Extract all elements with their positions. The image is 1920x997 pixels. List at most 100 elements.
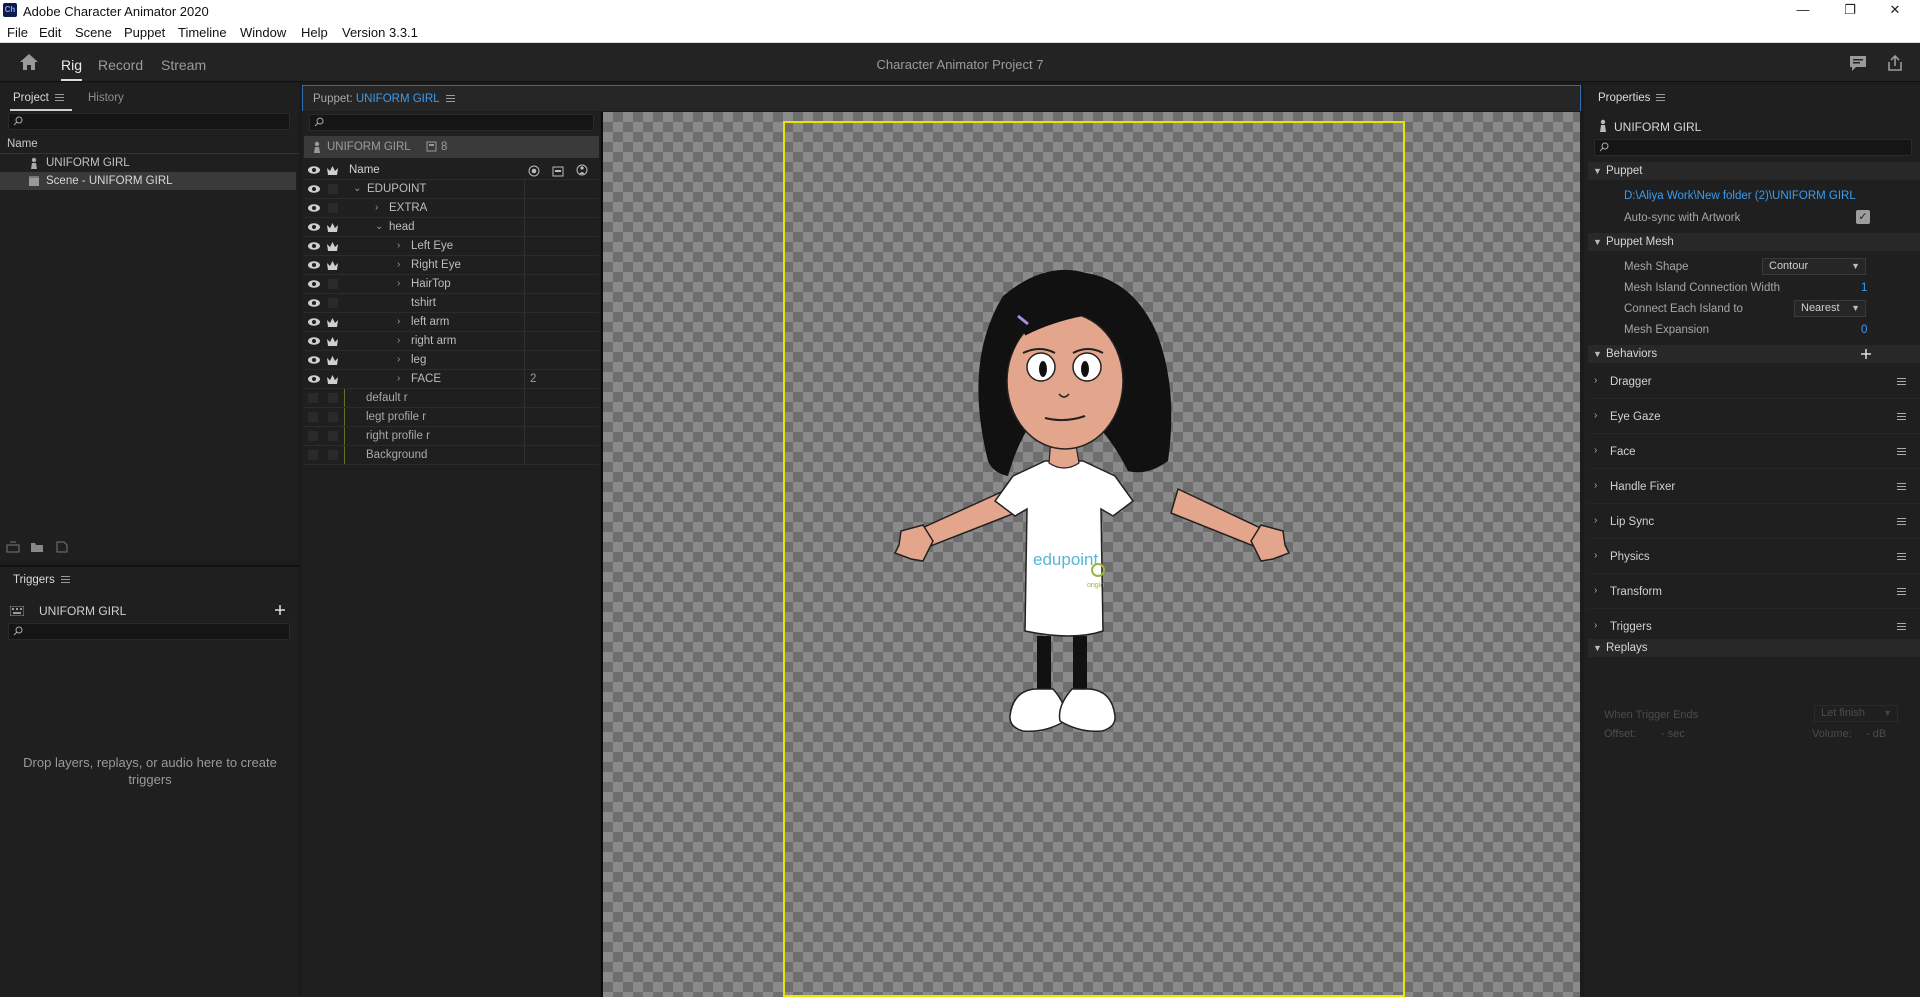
- visibility-eye-icon[interactable]: [307, 374, 321, 384]
- behavior-physics[interactable]: › Physics: [1588, 540, 1920, 574]
- add-behavior-icon[interactable]: [1860, 348, 1872, 360]
- chevron-right-icon[interactable]: ›: [375, 199, 385, 217]
- visibility-eye-icon[interactable]: [307, 355, 321, 365]
- chevron-right-icon[interactable]: ›: [397, 256, 407, 274]
- behavior-handle-fixer[interactable]: › Handle Fixer: [1588, 470, 1920, 504]
- project-item-puppet[interactable]: UNIFORM GIRL: [0, 154, 296, 172]
- visibility-eye-icon[interactable]: [307, 317, 321, 327]
- puppet-file-path-link[interactable]: D:\Aliya Work\New folder (2)\UNIFORM GIR…: [1624, 190, 1856, 202]
- home-icon[interactable]: [18, 52, 40, 72]
- auto-sync-checkbox[interactable]: ✓: [1856, 210, 1870, 224]
- project-item-scene[interactable]: Scene - UNIFORM GIRL: [0, 172, 296, 190]
- mesh-shape-dropdown[interactable]: Contour ▼: [1762, 258, 1866, 275]
- layer-toggle[interactable]: [328, 184, 338, 194]
- mesh-expansion-value[interactable]: 0: [1861, 324, 1867, 336]
- behavior-menu-icon[interactable]: [1897, 483, 1906, 491]
- visibility-eye-icon[interactable]: [307, 298, 321, 308]
- crown-icon[interactable]: [326, 241, 339, 252]
- layer-toggle[interactable]: [328, 203, 338, 213]
- island-width-value[interactable]: 1: [1861, 282, 1867, 294]
- behavior-menu-icon[interactable]: [1897, 588, 1906, 596]
- visibility-toggle[interactable]: [308, 412, 318, 422]
- close-button[interactable]: ✕: [1872, 0, 1918, 22]
- panel-menu-icon[interactable]: [54, 93, 64, 102]
- project-search-input[interactable]: [8, 113, 290, 130]
- visibility-toggle[interactable]: [308, 431, 318, 441]
- visibility-eye-icon[interactable]: [307, 279, 321, 289]
- record-target-icon[interactable]: [528, 165, 540, 177]
- chevron-right-icon[interactable]: ›: [397, 313, 407, 331]
- chevron-right-icon[interactable]: ›: [1594, 620, 1597, 631]
- layer-row[interactable]: ⌄ head: [304, 218, 599, 237]
- visibility-eye-icon[interactable]: [307, 260, 321, 270]
- layer-row[interactable]: › left arm: [304, 313, 599, 332]
- tab-record[interactable]: Record: [98, 57, 143, 73]
- layer-row[interactable]: ⌄ EDUPOINT: [304, 180, 599, 199]
- new-item-icon[interactable]: [55, 541, 69, 553]
- behavior-menu-icon[interactable]: [1897, 518, 1906, 526]
- behavior-menu-icon[interactable]: [1897, 623, 1906, 631]
- layer-row[interactable]: › EXTRA: [304, 199, 599, 218]
- behavior-eye-gaze[interactable]: › Eye Gaze: [1588, 400, 1920, 434]
- visibility-toggle[interactable]: [308, 450, 318, 460]
- layer-row[interactable]: › right arm: [304, 332, 599, 351]
- maximize-button[interactable]: ❐: [1827, 0, 1873, 22]
- layer-row[interactable]: › Left Eye: [304, 237, 599, 256]
- layer-toggle[interactable]: [328, 393, 338, 403]
- menu-window[interactable]: Window: [240, 25, 286, 40]
- chevron-down-icon[interactable]: ⌄: [375, 218, 385, 236]
- behavior-menu-icon[interactable]: [1897, 553, 1906, 561]
- panel-menu-icon[interactable]: [445, 94, 455, 103]
- visibility-eye-icon[interactable]: [307, 241, 321, 251]
- import-icon[interactable]: [6, 541, 20, 553]
- chevron-right-icon[interactable]: ›: [1594, 445, 1597, 456]
- puppet-character-artwork[interactable]: edupoint origin: [783, 121, 1405, 997]
- behavior-lip-sync[interactable]: › Lip Sync: [1588, 505, 1920, 539]
- layer-row[interactable]: legt profile r: [304, 408, 599, 427]
- layer-row[interactable]: › HairTop: [304, 275, 599, 294]
- menu-scene[interactable]: Scene: [75, 25, 112, 40]
- new-folder-icon[interactable]: [30, 541, 44, 553]
- chevron-right-icon[interactable]: ›: [1594, 550, 1597, 561]
- menu-edit[interactable]: Edit: [39, 25, 61, 40]
- chevron-right-icon[interactable]: ›: [397, 351, 407, 369]
- menu-file[interactable]: File: [7, 25, 28, 40]
- layer-row[interactable]: Background: [304, 446, 599, 465]
- behavior-menu-icon[interactable]: [1897, 448, 1906, 456]
- visibility-eye-icon[interactable]: [307, 184, 321, 194]
- project-column-name[interactable]: Name: [0, 137, 299, 154]
- visibility-eye-icon[interactable]: [307, 222, 321, 232]
- behavior-menu-icon[interactable]: [1897, 413, 1906, 421]
- tab-stream[interactable]: Stream: [161, 57, 206, 73]
- layer-row[interactable]: default r: [304, 389, 599, 408]
- independent-icon[interactable]: [576, 164, 588, 177]
- layer-row[interactable]: tshirt: [304, 294, 599, 313]
- minimize-button[interactable]: —: [1780, 0, 1826, 22]
- layer-toggle[interactable]: [328, 431, 338, 441]
- crown-icon[interactable]: [326, 260, 339, 271]
- chevron-right-icon[interactable]: ›: [1594, 480, 1597, 491]
- layer-toggle[interactable]: [328, 450, 338, 460]
- chevron-right-icon[interactable]: ›: [397, 275, 407, 293]
- behavior-dragger[interactable]: › Dragger: [1588, 365, 1920, 399]
- chevron-down-icon[interactable]: ⌄: [353, 180, 363, 198]
- crown-icon[interactable]: [326, 222, 339, 233]
- behavior-transform[interactable]: › Transform: [1588, 575, 1920, 609]
- panel-menu-icon[interactable]: [60, 575, 70, 584]
- behavior-menu-icon[interactable]: [1897, 378, 1906, 386]
- comment-icon[interactable]: [1848, 53, 1868, 73]
- chevron-right-icon[interactable]: ›: [397, 332, 407, 350]
- chevron-right-icon[interactable]: ›: [1594, 585, 1597, 596]
- keyboard-trigger-icon[interactable]: [552, 165, 564, 177]
- properties-search-input[interactable]: [1594, 139, 1912, 156]
- share-icon[interactable]: [1885, 53, 1905, 73]
- visibility-eye-icon[interactable]: [307, 203, 321, 213]
- behavior-face[interactable]: › Face: [1588, 435, 1920, 469]
- layer-toggle[interactable]: [328, 298, 338, 308]
- connect-island-dropdown[interactable]: Nearest ▼: [1794, 300, 1866, 317]
- puppet-panel-title[interactable]: Puppet: UNIFORM GIRL: [313, 93, 455, 105]
- chevron-right-icon[interactable]: ›: [1594, 375, 1597, 386]
- layer-toggle[interactable]: [328, 412, 338, 422]
- layer-row[interactable]: › leg: [304, 351, 599, 370]
- chevron-right-icon[interactable]: ›: [397, 370, 407, 388]
